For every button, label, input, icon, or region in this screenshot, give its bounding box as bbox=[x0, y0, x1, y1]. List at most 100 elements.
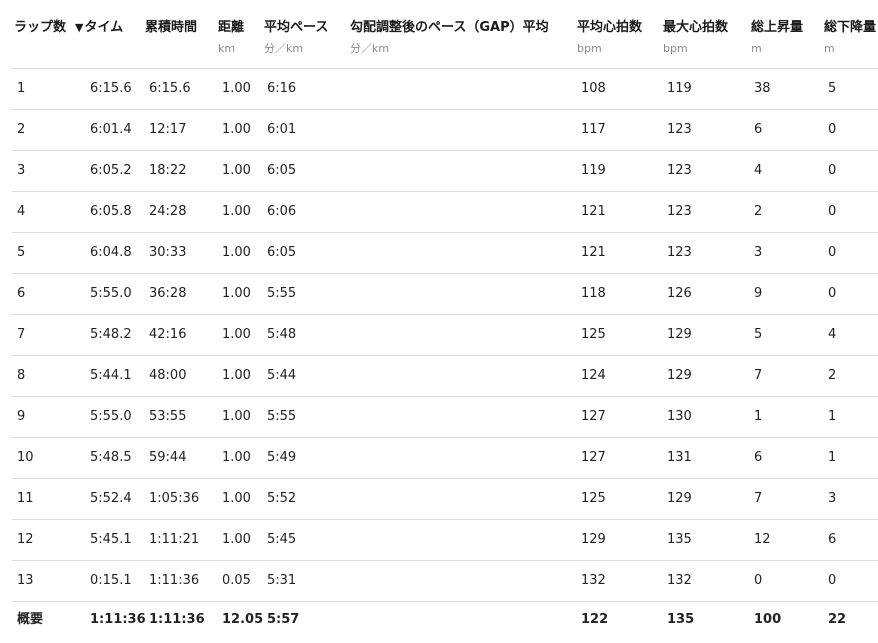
cell-max-hr: 123 bbox=[667, 122, 692, 137]
cell-descent: 4 bbox=[828, 327, 837, 342]
header-avg-hr[interactable]: 平均心拍数 bpm bbox=[577, 18, 642, 58]
header-distance-label: 距離 bbox=[218, 20, 245, 35]
cell-max-hr: 129 bbox=[667, 368, 692, 383]
table-row[interactable]: 4 6:05.8 24:28 1.00 6:06 121 123 2 0 bbox=[12, 191, 878, 233]
header-descent[interactable]: 総下降量 m bbox=[824, 18, 876, 58]
cell-ascent: 6 bbox=[754, 450, 763, 465]
table-row[interactable]: 13 0:15.1 1:11:36 0.05 5:31 132 132 0 0 bbox=[12, 560, 878, 602]
cell-ascent: 38 bbox=[754, 81, 771, 96]
cell-descent: 0 bbox=[828, 163, 837, 178]
cell-avg-hr: 121 bbox=[581, 204, 606, 219]
table-row[interactable]: 6 5:55.0 36:28 1.00 5:55 118 126 9 0 bbox=[12, 273, 878, 315]
cell-time: 6:05.8 bbox=[90, 204, 132, 219]
cell-ascent: 2 bbox=[754, 204, 763, 219]
cell-descent: 5 bbox=[828, 81, 837, 96]
cell-lap: 4 bbox=[17, 204, 26, 219]
cell-avg-pace: 6:16 bbox=[267, 81, 297, 96]
cell-cumulative: 48:00 bbox=[149, 368, 187, 383]
header-avg-pace[interactable]: 平均ペース 分／km bbox=[264, 18, 328, 58]
cell-time: 1:11:36 bbox=[90, 612, 146, 627]
cell-lap: 13 bbox=[17, 573, 34, 588]
cell-avg-pace: 6:01 bbox=[267, 122, 297, 137]
cell-cumulative: 24:28 bbox=[149, 204, 187, 219]
cell-lap: 6 bbox=[17, 286, 26, 301]
header-avg-hr-unit: bpm bbox=[577, 42, 602, 55]
table-row[interactable]: 8 5:44.1 48:00 1.00 5:44 124 129 7 2 bbox=[12, 355, 878, 397]
header-time[interactable]: ▼タイム bbox=[72, 18, 123, 38]
table-header: ラップ数 ▼タイム 累積時間 距離 km 平均ペース 分／km 勾配調整後のペー… bbox=[0, 0, 878, 68]
cell-avg-hr: 122 bbox=[581, 612, 609, 627]
cell-time: 5:55.0 bbox=[90, 409, 132, 424]
cell-cumulative: 36:28 bbox=[149, 286, 187, 301]
header-cumulative[interactable]: 累積時間 bbox=[145, 18, 197, 38]
table-row[interactable]: 1 6:15.6 6:15.6 1.00 6:16 108 119 38 5 bbox=[12, 68, 878, 110]
cell-cumulative: 12:17 bbox=[149, 122, 187, 137]
cell-time: 6:04.8 bbox=[90, 245, 132, 260]
cell-max-hr: 119 bbox=[667, 81, 692, 96]
cell-distance: 1.00 bbox=[222, 409, 251, 424]
table-row[interactable]: 12 5:45.1 1:11:21 1.00 5:45 129 135 12 6 bbox=[12, 519, 878, 561]
table-row[interactable]: 11 5:52.4 1:05:36 1.00 5:52 125 129 7 3 bbox=[12, 478, 878, 520]
cell-avg-hr: 119 bbox=[581, 163, 606, 178]
cell-avg-pace: 6:06 bbox=[267, 204, 297, 219]
cell-ascent: 1 bbox=[754, 409, 763, 424]
cell-ascent: 5 bbox=[754, 327, 763, 342]
header-ascent-unit: m bbox=[751, 42, 762, 55]
cell-lap: 12 bbox=[17, 532, 34, 547]
header-distance[interactable]: 距離 km bbox=[218, 18, 244, 58]
cell-max-hr: 123 bbox=[667, 204, 692, 219]
header-ascent[interactable]: 総上昇量 m bbox=[751, 18, 803, 58]
cell-lap: 10 bbox=[17, 450, 34, 465]
header-lap[interactable]: ラップ数 bbox=[14, 18, 66, 38]
cell-time: 6:15.6 bbox=[90, 81, 132, 96]
cell-cumulative: 1:11:36 bbox=[149, 612, 205, 627]
header-cumulative-label: 累積時間 bbox=[145, 20, 198, 35]
cell-descent: 1 bbox=[828, 450, 837, 465]
table-row[interactable]: 5 6:04.8 30:33 1.00 6:05 121 123 3 0 bbox=[12, 232, 878, 274]
cell-cumulative: 30:33 bbox=[149, 245, 187, 260]
cell-max-hr: 123 bbox=[667, 163, 692, 178]
cell-time: 5:44.1 bbox=[90, 368, 132, 383]
cell-avg-hr: 129 bbox=[581, 532, 606, 547]
cell-avg-hr: 121 bbox=[581, 245, 606, 260]
cell-distance: 1.00 bbox=[222, 532, 251, 547]
cell-lap: 5 bbox=[17, 245, 26, 260]
table-row[interactable]: 9 5:55.0 53:55 1.00 5:55 127 130 1 1 bbox=[12, 396, 878, 438]
header-distance-unit: km bbox=[218, 42, 236, 55]
header-max-hr[interactable]: 最大心拍数 bpm bbox=[663, 18, 728, 58]
cell-descent: 0 bbox=[828, 204, 837, 219]
cell-lap: 1 bbox=[17, 81, 26, 96]
cell-avg-hr: 125 bbox=[581, 327, 606, 342]
cell-cumulative: 1:05:36 bbox=[149, 491, 200, 506]
table-row[interactable]: 7 5:48.2 42:16 1.00 5:48 125 129 5 4 bbox=[12, 314, 878, 356]
sort-desc-icon[interactable]: ▼ bbox=[75, 21, 83, 34]
cell-distance: 1.00 bbox=[222, 81, 251, 96]
cell-ascent: 100 bbox=[754, 612, 782, 627]
header-gap-label: 勾配調整後のペース（GAP）平均 bbox=[350, 20, 549, 35]
header-gap[interactable]: 勾配調整後のペース（GAP）平均 分／km bbox=[350, 18, 549, 58]
cell-avg-hr: 118 bbox=[581, 286, 606, 301]
cell-lap: 7 bbox=[17, 327, 26, 342]
table-row[interactable]: 3 6:05.2 18:22 1.00 6:05 119 123 4 0 bbox=[12, 150, 878, 192]
cell-descent: 0 bbox=[828, 122, 837, 137]
cell-avg-pace: 5:48 bbox=[267, 327, 297, 342]
cell-avg-pace: 5:49 bbox=[267, 450, 297, 465]
cell-max-hr: 130 bbox=[667, 409, 692, 424]
header-descent-unit: m bbox=[824, 42, 835, 55]
cell-avg-pace: 6:05 bbox=[267, 163, 297, 178]
table-row[interactable]: 10 5:48.5 59:44 1.00 5:49 127 131 6 1 bbox=[12, 437, 878, 479]
cell-descent: 0 bbox=[828, 573, 837, 588]
cell-time: 5:55.0 bbox=[90, 286, 132, 301]
cell-distance: 1.00 bbox=[222, 368, 251, 383]
cell-ascent: 7 bbox=[754, 491, 763, 506]
cell-avg-hr: 124 bbox=[581, 368, 606, 383]
table-row[interactable]: 2 6:01.4 12:17 1.00 6:01 117 123 6 0 bbox=[12, 109, 878, 151]
cell-distance: 1.00 bbox=[222, 163, 251, 178]
cell-descent: 0 bbox=[828, 286, 837, 301]
cell-lap: 概要 bbox=[17, 612, 44, 627]
cell-max-hr: 135 bbox=[667, 532, 692, 547]
cell-avg-hr: 127 bbox=[581, 409, 606, 424]
cell-avg-pace: 5:44 bbox=[267, 368, 297, 383]
cell-avg-hr: 108 bbox=[581, 81, 606, 96]
cell-descent: 22 bbox=[828, 612, 847, 627]
